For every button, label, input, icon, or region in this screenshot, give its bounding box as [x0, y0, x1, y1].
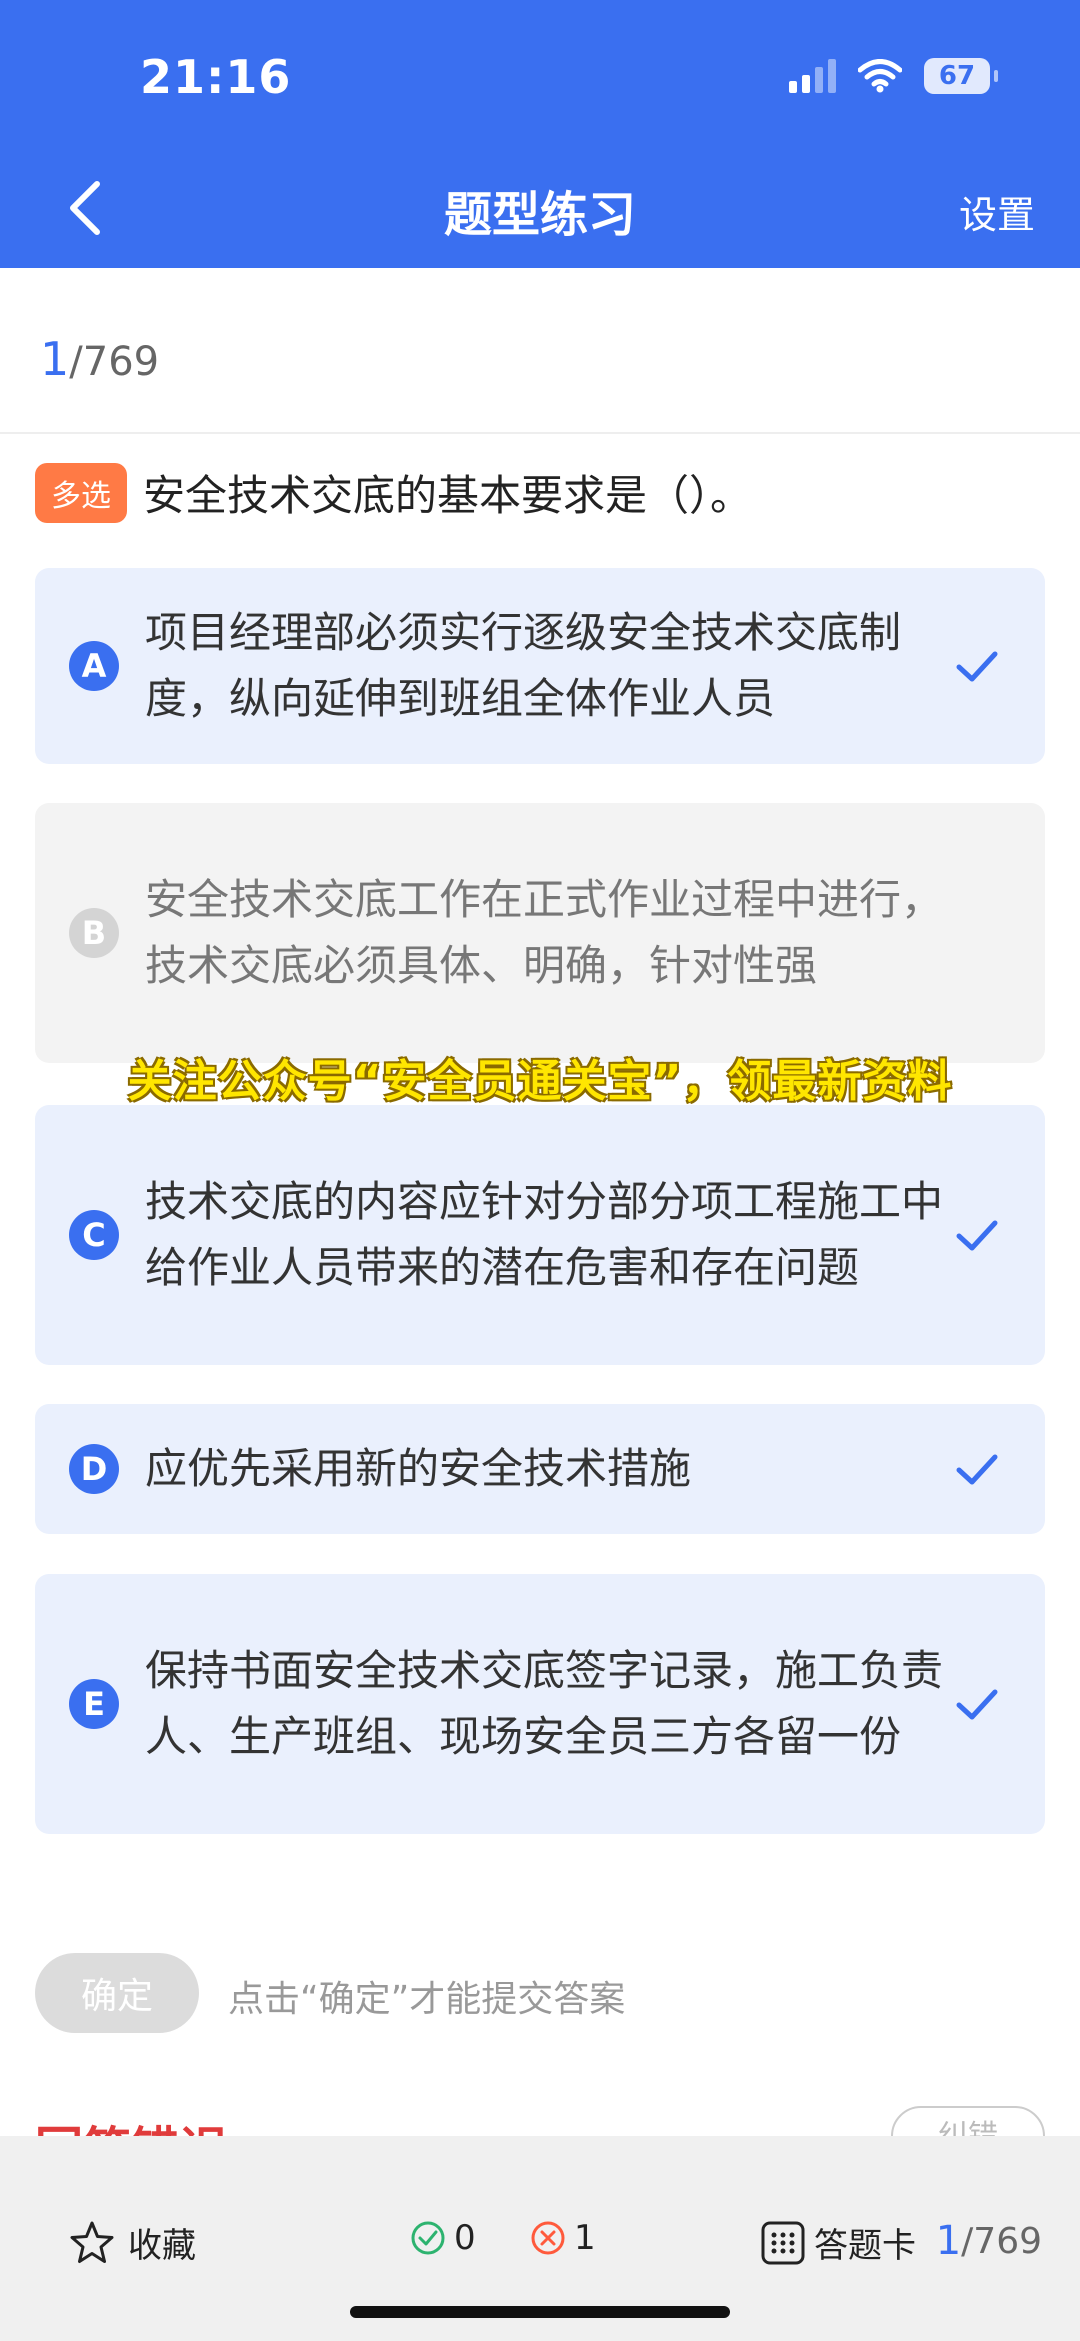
option-e[interactable]: E 保持书面安全技术交底签字记录，施工负责人、生产班组、现场安全员三方各留一份	[35, 1574, 1045, 1834]
answer-card-label: 答题卡	[814, 2226, 916, 2266]
correct-count: 0	[410, 2218, 476, 2258]
option-letter-c: C	[69, 1210, 119, 1260]
check-icon	[956, 1220, 998, 1251]
bottom-progress-total: /769	[961, 2220, 1042, 2262]
check-icon	[956, 651, 998, 682]
app-header: 21:16 67 题型练习 设置	[0, 0, 1080, 268]
option-letter-d: D	[69, 1444, 119, 1494]
option-text-d: 应优先采用新的安全技术措施	[145, 1444, 692, 1493]
option-b[interactable]: B 安全技术交底工作在正式作业过程中进行，技术交底必须具体、明确，针对性强	[35, 803, 1045, 1063]
counter-current: 1	[40, 332, 70, 386]
star-icon	[70, 2221, 114, 2263]
status-icons: 67	[789, 58, 998, 94]
bottom-progress-current: 1	[935, 2218, 962, 2264]
wrong-count: 1	[530, 2218, 596, 2258]
wrong-x-icon	[531, 2221, 565, 2255]
favorite-button[interactable]: 收藏	[68, 2218, 196, 2267]
confirm-button[interactable]: 确定	[35, 1953, 199, 2033]
option-a[interactable]: A 项目经理部必须实行逐级安全技术交底制度，纵向延伸到班组全体作业人员	[35, 568, 1045, 764]
divider	[0, 432, 1080, 434]
grid-icon	[761, 2221, 805, 2264]
battery-indicator: 67	[924, 58, 998, 94]
status-time: 21:16	[140, 50, 292, 104]
settings-button[interactable]: 设置	[959, 184, 1035, 239]
question-text: 安全技术交底的基本要求是（）。	[143, 471, 753, 520]
check-icon	[956, 1454, 998, 1485]
option-letter-b: B	[69, 908, 119, 958]
option-text-b: 安全技术交底工作在正式作业过程中进行，技术交底必须具体、明确，针对性强	[145, 875, 944, 990]
option-c[interactable]: C 技术交底的内容应针对分部分项工程施工中给作业人员带来的潜在危害和存在问题	[35, 1105, 1045, 1365]
option-letter-a: A	[69, 641, 119, 691]
option-text-c: 技术交底的内容应针对分部分项工程施工中给作业人员带来的潜在危害和存在问题	[145, 1177, 944, 1292]
answer-card-button[interactable]: 答题卡	[760, 2218, 916, 2267]
watermark-text: 关注公众号“安全员通关宝”，领最新资料	[127, 1056, 953, 1107]
cellular-signal-icon	[789, 59, 836, 93]
counter-total: /769	[69, 339, 160, 385]
wifi-icon	[858, 59, 902, 93]
wrong-count-value: 1	[574, 2218, 596, 2258]
home-indicator[interactable]	[350, 2306, 730, 2318]
option-letter-e: E	[69, 1679, 119, 1729]
correct-count-value: 0	[454, 2218, 476, 2258]
question-type-badge: 多选	[35, 462, 127, 523]
option-d[interactable]: D 应优先采用新的安全技术措施	[35, 1404, 1045, 1534]
correct-check-icon	[411, 2221, 445, 2255]
question-counter: 1/769	[40, 332, 159, 386]
option-text-a: 项目经理部必须实行逐级安全技术交底制度，纵向延伸到班组全体作业人员	[145, 608, 902, 723]
confirm-hint: 点击“确定”才能提交答案	[228, 1979, 626, 2020]
favorite-label: 收藏	[128, 2226, 196, 2266]
option-text-e: 保持书面安全技术交底签字记录，施工负责人、生产班组、现场安全员三方各留一份	[145, 1646, 944, 1761]
check-icon	[956, 1689, 998, 1720]
bottom-progress: 1/769	[936, 2218, 1042, 2264]
question-stem: 多选 安全技术交底的基本要求是（）。	[35, 462, 1045, 523]
page-title: 题型练习	[443, 187, 636, 243]
